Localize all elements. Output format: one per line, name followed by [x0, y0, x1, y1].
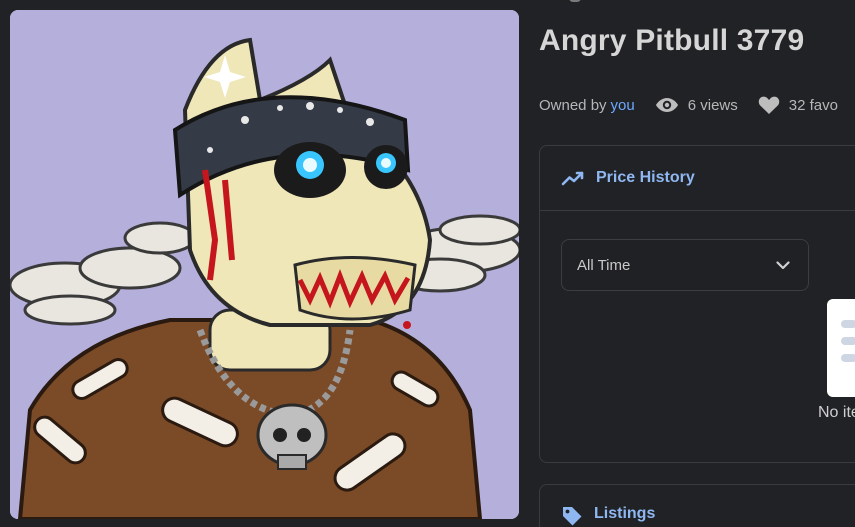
partial-top-icon — [569, 0, 581, 2]
tag-icon — [563, 507, 582, 526]
item-details: Angry Pitbull 3779 Owned by you 6 views … — [539, 0, 855, 527]
price-history-title: Price History — [596, 169, 695, 186]
listings-header[interactable]: Listings — [540, 485, 855, 527]
empty-state-line — [841, 337, 855, 345]
views-stat: 6 views — [655, 97, 738, 114]
time-range-value: All Time — [577, 256, 631, 274]
chevron-down-icon — [776, 260, 790, 269]
owner-link[interactable]: you — [611, 97, 635, 114]
listings-panel: Listings — [539, 484, 855, 527]
eye-icon — [655, 98, 678, 112]
nft-artwork[interactable] — [10, 10, 519, 519]
price-history-header[interactable]: Price History — [540, 146, 855, 211]
favorites-count: 32 favo — [788, 96, 838, 114]
angry-pitbull-illustration — [10, 10, 519, 519]
listings-title: Listings — [594, 505, 656, 522]
owned-by-label: Owned by — [539, 96, 607, 114]
empty-state-text: No ite — [818, 404, 855, 421]
favorites-stat[interactable]: 32 favo — [758, 96, 838, 115]
price-history-panel: Price History All Time No ite — [539, 145, 855, 463]
time-range-select[interactable]: All Time — [561, 239, 809, 291]
empty-state-line — [841, 354, 855, 362]
trending-up-icon — [561, 171, 584, 186]
empty-state-illustration — [827, 299, 855, 397]
item-meta-row: Owned by you 6 views 32 favo — [539, 95, 838, 115]
empty-state-line — [841, 320, 855, 328]
heart-icon — [758, 96, 779, 114]
views-count: 6 views — [687, 96, 738, 114]
nft-item-page: Angry Pitbull 3779 Owned by you 6 views … — [0, 0, 855, 527]
item-title: Angry Pitbull 3779 — [539, 24, 805, 57]
